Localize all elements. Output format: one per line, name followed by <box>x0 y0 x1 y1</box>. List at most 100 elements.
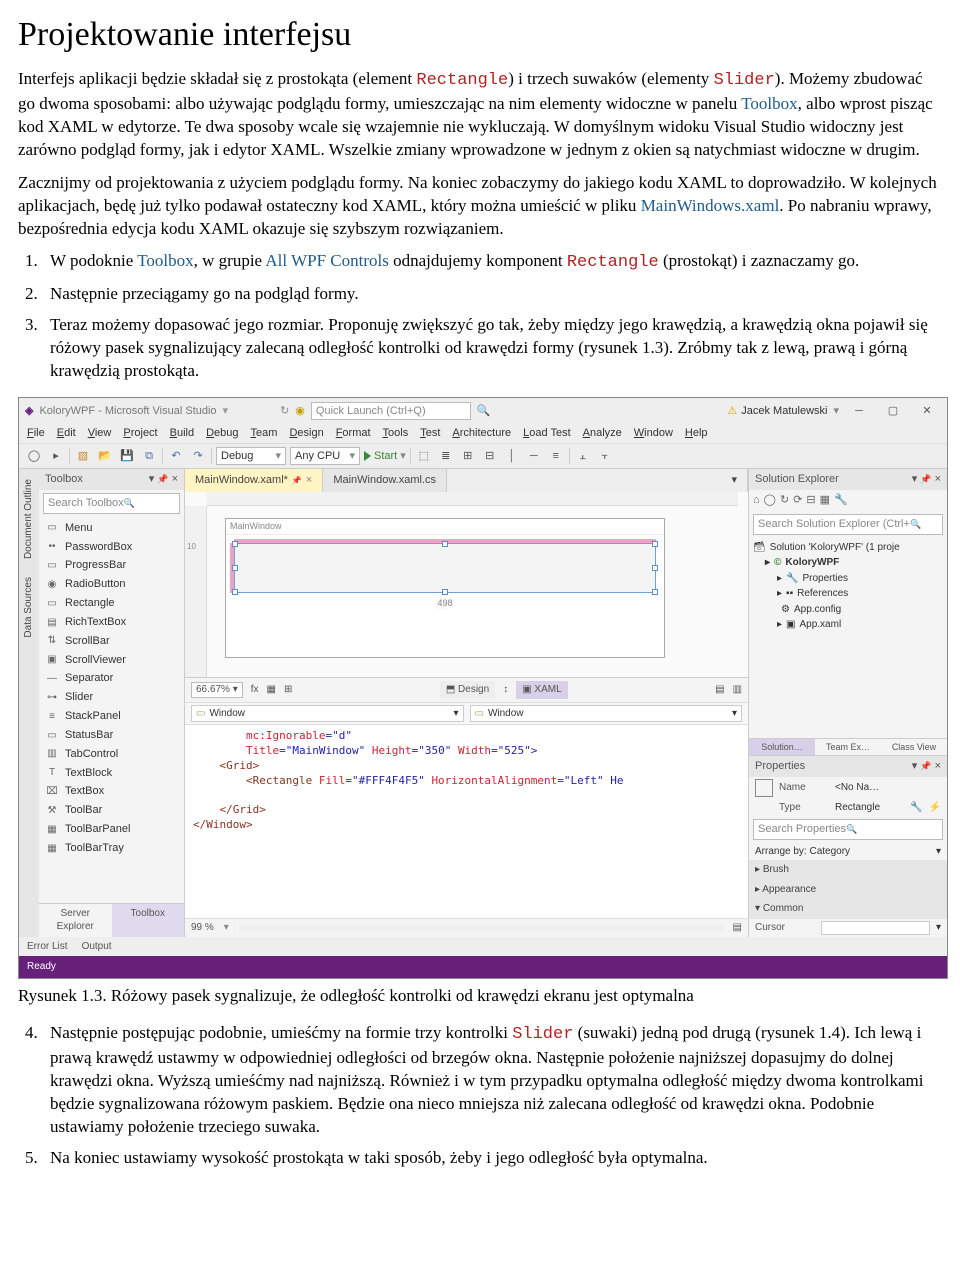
wrench-icon[interactable]: 🔧 <box>910 801 922 815</box>
chevron-down-icon[interactable]: ▾ <box>936 845 941 859</box>
sync-icon[interactable]: ↻ <box>780 493 789 508</box>
effects-icon[interactable]: fx <box>251 683 259 697</box>
dropdown-icon[interactable]: ▾ <box>912 473 918 485</box>
signed-in-user[interactable]: Jacek Matulewski <box>727 404 827 419</box>
menu-analyze[interactable]: Analyze <box>583 426 622 441</box>
toolbox-item-scrollbar[interactable]: ⇅ScrollBar <box>41 632 182 651</box>
notify-icon[interactable]: ◉ <box>295 404 305 419</box>
toolbox-list[interactable]: ▭Menu ••PasswordBox ▭ProgressBar ◉RadioB… <box>39 517 184 903</box>
align-left-button[interactable]: ⫠ <box>574 447 592 465</box>
prop-group-appearance[interactable]: ▸ Appearance <box>749 880 947 900</box>
menu-test[interactable]: Test <box>420 426 440 441</box>
se-project-node[interactable]: ▸©KoloryWPF <box>753 555 943 571</box>
events-icon[interactable]: ⚡ <box>929 801 941 815</box>
design-window[interactable]: MainWindow 498 <box>225 518 665 658</box>
toolbar-btn[interactable]: ─ <box>525 447 543 465</box>
menu-tools[interactable]: Tools <box>383 426 409 441</box>
tab-class-view[interactable]: Class View <box>881 739 947 755</box>
collapse-icon[interactable]: ⊟ <box>806 493 815 508</box>
toolbox-item-toolbarpanel[interactable]: ▦ToolBarPanel <box>41 820 182 839</box>
menu-edit[interactable]: Edit <box>57 426 76 441</box>
open-button[interactable]: 📂 <box>96 447 114 465</box>
xaml-editor[interactable]: mc:Ignorable="d" Title="MainWindow" Heig… <box>185 725 748 918</box>
user-chevron-icon[interactable]: ▾ <box>833 404 839 419</box>
menu-project[interactable]: Project <box>123 426 157 441</box>
close-button[interactable]: ✕ <box>913 404 941 419</box>
close-icon[interactable]: × <box>935 473 941 485</box>
undo-button[interactable]: ↶ <box>167 447 185 465</box>
toolbox-item-rectangle[interactable]: ▭Rectangle <box>41 594 182 613</box>
toolbar-btn[interactable]: ⊟ <box>481 447 499 465</box>
toolbox-item-passwordbox[interactable]: ••PasswordBox <box>41 538 182 557</box>
close-icon[interactable] <box>306 473 312 488</box>
pin-icon[interactable] <box>920 473 931 485</box>
menu-help[interactable]: Help <box>685 426 708 441</box>
resize-handle[interactable] <box>442 541 448 547</box>
menu-view[interactable]: View <box>88 426 112 441</box>
close-icon[interactable]: × <box>172 473 178 485</box>
resize-handle[interactable] <box>442 589 448 595</box>
prop-group-common[interactable]: ▾ Common <box>749 899 947 919</box>
zoom-value[interactable]: 99 % <box>191 921 214 935</box>
se-search[interactable]: Search Solution Explorer (Ctrl+ <box>753 514 943 535</box>
toolbox-item-radiobutton[interactable]: ◉RadioButton <box>41 575 182 594</box>
grid-icon[interactable]: ▦ <box>267 683 276 697</box>
toolbar-btn[interactable]: ≣ <box>437 447 455 465</box>
quick-launch-input[interactable]: Quick Launch (Ctrl+Q) <box>311 402 471 420</box>
toolbox-item-textblock[interactable]: TTextBlock <box>41 764 182 783</box>
swap-panes-button[interactable]: ↕ <box>503 683 508 697</box>
nav-back-button[interactable]: ◯ <box>25 447 43 465</box>
tab-overflow-chevron[interactable]: ▾ <box>721 469 748 492</box>
toolbox-item-scrollviewer[interactable]: ▣ScrollViewer <box>41 651 182 670</box>
config-combo[interactable]: Debug▾ <box>216 447 286 465</box>
resize-handle[interactable] <box>652 589 658 595</box>
menu-format[interactable]: Format <box>336 426 371 441</box>
prop-name-value[interactable]: <No Na… <box>835 781 879 795</box>
prop-group-brush[interactable]: ▸ Brush <box>749 860 947 880</box>
tab-output[interactable]: Output <box>82 940 112 954</box>
pin-icon[interactable] <box>292 473 302 488</box>
toolbox-item-toolbartray[interactable]: ▦ToolBarTray <box>41 839 182 858</box>
toolbox-item-separator[interactable]: —Separator <box>41 669 182 688</box>
toolbox-search[interactable]: Search Toolbox <box>43 493 180 514</box>
toolbox-item-stackpanel[interactable]: ≡StackPanel <box>41 707 182 726</box>
save-button[interactable]: 💾 <box>118 447 136 465</box>
toolbox-item-menu[interactable]: ▭Menu <box>41 519 182 538</box>
align-top-button[interactable]: ⫟ <box>596 447 614 465</box>
xaml-tab-button[interactable]: ▣ XAML <box>516 681 567 699</box>
start-button[interactable]: Start▾ <box>364 449 406 464</box>
xaml-member-combo[interactable]: Window▾ <box>470 705 743 723</box>
snap-icon[interactable]: ⊞ <box>284 683 292 697</box>
menu-loadtest[interactable]: Load Test <box>523 426 571 441</box>
menu-file[interactable]: File <box>27 426 45 441</box>
new-project-button[interactable]: ▧ <box>74 447 92 465</box>
menu-build[interactable]: Build <box>170 426 194 441</box>
title-chevron-icon[interactable]: ▾ <box>223 404 229 419</box>
menu-debug[interactable]: Debug <box>206 426 238 441</box>
arrange-by-label[interactable]: Arrange by: Category <box>755 845 850 859</box>
dropdown-icon[interactable]: ▾ <box>912 760 918 772</box>
resize-handle[interactable] <box>232 565 238 571</box>
design-rectangle[interactable] <box>234 543 656 593</box>
dropdown-icon[interactable]: ▾ <box>149 473 155 485</box>
scroll-track[interactable] <box>239 925 723 931</box>
se-solution-node[interactable]: 🗃Solution 'KoloryWPF' (1 proje <box>753 540 943 556</box>
menu-team[interactable]: Team <box>251 426 278 441</box>
se-references-node[interactable]: ▸▪▪References <box>753 586 943 602</box>
back-icon[interactable]: ◯ <box>764 493 776 508</box>
toolbox-item-slider[interactable]: ⊶Slider <box>41 688 182 707</box>
sync-icon[interactable]: ↻ <box>280 404 289 419</box>
toolbar-btn[interactable]: ⬚ <box>415 447 433 465</box>
resize-handle[interactable] <box>232 541 238 547</box>
toolbar-btn[interactable]: ≡ <box>547 447 565 465</box>
tab-document-outline[interactable]: Document Outline <box>22 479 36 559</box>
xaml-scope-combo[interactable]: Window▾ <box>191 705 464 723</box>
tab-mainwindow-cs[interactable]: MainWindow.xaml.cs <box>323 469 447 492</box>
menu-architecture[interactable]: Architecture <box>452 426 511 441</box>
tab-mainwindow-xaml[interactable]: MainWindow.xaml* <box>185 469 323 492</box>
refresh-icon[interactable]: ⟳ <box>793 493 802 508</box>
chevron-down-icon[interactable]: ▾ <box>936 921 941 935</box>
se-tree[interactable]: 🗃Solution 'KoloryWPF' (1 proje ▸©KoloryW… <box>749 538 947 738</box>
tab-server-explorer[interactable]: Server Explorer <box>39 904 112 937</box>
home-icon[interactable]: ⌂ <box>753 493 760 508</box>
